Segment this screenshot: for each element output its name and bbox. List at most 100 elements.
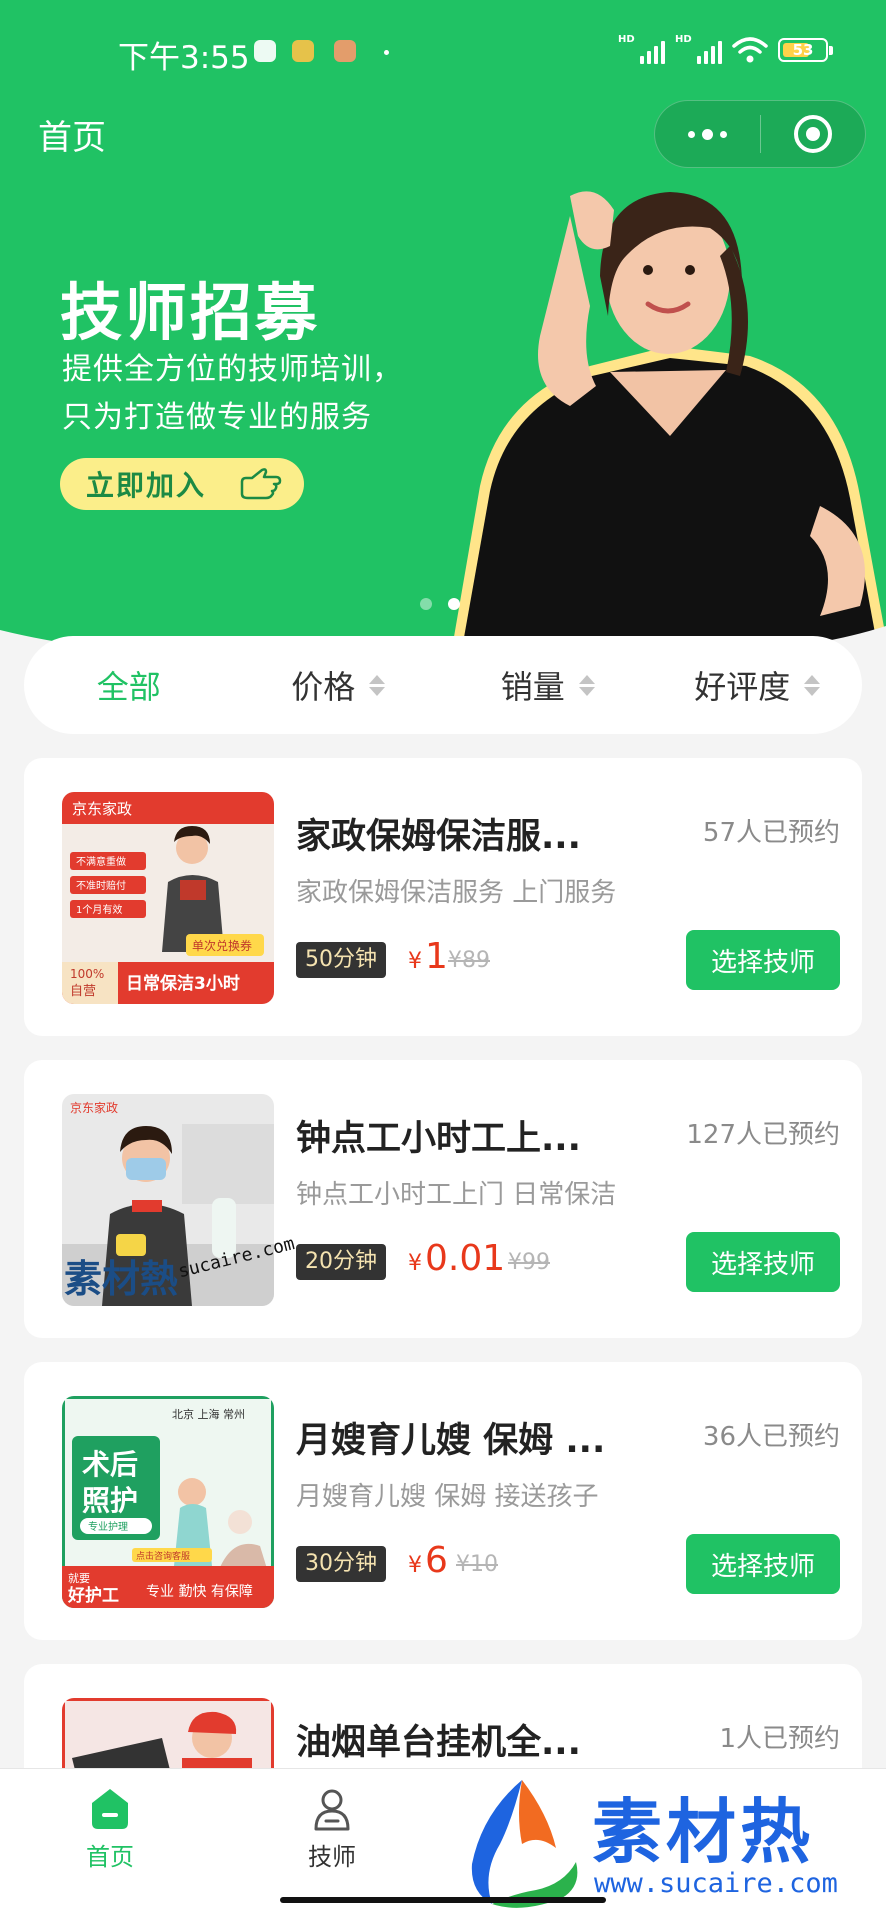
join-now-button[interactable]: 立即加入 [60,458,304,510]
tab-home-label: 首页 [86,1843,134,1871]
thumb-footer: 日常保洁3小时 [126,973,240,994]
banner-pagination [420,598,460,610]
banner-model-image [450,191,886,660]
qq-notification-icon [254,40,276,62]
duration-badge: 20分钟 [296,1244,386,1280]
watermark-logo-text: 素材热 [592,1791,814,1873]
service-card[interactable]: 北京 上海 常州 术后 照护 专业护理 点击咨询客服 就要 好护工 专业 勤快 … [24,1362,862,1640]
booked-count: 127人已预约 [686,1120,840,1150]
technician-icon [314,1789,350,1831]
page: 下午3:55 HD HD 53 首页 技师招募 提供全方位的技师培训， 只为打造… [0,0,886,1920]
original-price: ¥99 [508,1250,550,1275]
thumb-badge: 自营 [70,984,96,999]
thumb-headline: 照护 [82,1484,138,1517]
sort-arrows-icon [578,674,595,696]
service-title: 月嫂育儿嫂 保姆 ... [296,1421,606,1461]
sort-all-label: 全部 [96,668,161,706]
banner-subtitle-line1: 提供全方位的技师培训， [62,352,403,387]
target-circle-icon[interactable] [760,101,865,167]
signal-icon: HD [618,34,665,64]
header-banner: 下午3:55 HD HD 53 首页 技师招募 提供全方位的技师培训， 只为打造… [0,0,886,680]
join-now-label: 立即加入 [86,469,207,502]
status-right: HD HD 53 [618,34,833,64]
tab-technician-label: 技师 [308,1843,356,1871]
sort-rating-label: 好评度 [694,668,791,706]
sort-price-label: 价格 [291,668,356,706]
sort-arrows-icon [369,674,386,696]
page-title: 首页 [38,118,106,158]
service-title: 油烟单台挂机全... [296,1723,581,1763]
thumb-badge: 100% [70,967,104,981]
weibo-notification-icon [334,40,356,62]
more-dots-icon[interactable] [655,101,760,167]
watermark-inline-logo: 素材熱 [64,1257,179,1301]
wifi-icon [732,37,768,63]
watermark-url: www.sucaire.com [594,1868,838,1899]
thumb-footer: 好护工 [67,1585,119,1606]
service-description: 月嫂育儿嫂 保姆 接送孩子 [296,1482,599,1512]
booked-count: 57人已预约 [702,818,840,848]
thumb-headline: 术后 [82,1448,138,1481]
price-currency: ¥ [408,1553,422,1578]
price-value: 6 [425,1540,448,1581]
thumb-sub: 专业护理 [88,1520,128,1533]
booked-count: 1人已预约 [719,1724,840,1754]
sort-sales-label: 销量 [500,668,565,706]
postoperative-care-image: 北京 上海 常州 术后 照护 专业护理 点击咨询客服 就要 好护工 专业 勤快 … [62,1396,274,1608]
battery-level: 53 [792,41,814,59]
home-icon [92,1789,128,1829]
thumb-footer: 就要 [68,1571,90,1585]
select-technician-button[interactable]: 选择技师 [686,1232,840,1292]
thumb-tag: 不满意重做 [76,855,126,868]
signal-icon-2: HD [675,34,722,64]
price-currency: ¥ [408,1251,422,1276]
app-notification-icon [292,40,314,62]
sort-rating[interactable]: 好评度 [653,636,863,734]
sort-all[interactable]: 全部 [24,636,234,734]
banner-dot-2[interactable] [448,598,460,610]
thumb-tag: 不准时赔付 [76,879,126,892]
service-card[interactable]: 京东家政 不满意重做 不准时赔付 1个月有效 单次兑换券 100% 自营 日常保… [24,758,862,1036]
banner-title: 技师招募 [60,276,321,349]
select-technician-button[interactable]: 选择技师 [686,1534,840,1594]
banner-subtitle-line2: 只为打造做专业的服务 [62,400,372,435]
select-technician-button[interactable]: 选择技师 [686,930,840,990]
signal-hd-label-2: HD [675,34,692,45]
service-thumbnail: 京东家政 不满意重做 不准时赔付 1个月有效 单次兑换券 100% 自营 日常保… [62,792,274,1004]
service-price: ¥ 1 [408,936,448,977]
watermark-logo: 素材热 www.sucaire.com [452,1774,872,1914]
pointing-hand-icon [240,468,282,500]
original-price: ¥10 [456,1552,498,1577]
tab-home[interactable]: 首页 [40,1787,180,1872]
sort-price[interactable]: 价格 [234,636,444,734]
service-description: 家政保姆保洁服务 上门服务 [296,878,617,908]
price-value: 1 [425,936,448,977]
service-description: 钟点工小时工上门 日常保洁 [296,1180,617,1210]
banner-dot-1[interactable] [420,598,432,610]
service-title: 钟点工小时工上... [296,1119,581,1159]
original-price: ¥89 [448,948,490,973]
duration-badge: 50分钟 [296,942,386,978]
service-title: 家政保姆保洁服... [296,817,581,857]
battery-icon: 53 [778,38,833,62]
thumb-coupon: 单次兑换券 [192,938,252,953]
service-thumbnail: 北京 上海 常州 术后 照护 专业护理 点击咨询客服 就要 好护工 专业 勤快 … [62,1396,274,1608]
price-value: 0.01 [425,1238,506,1279]
sort-arrows-icon [804,674,821,696]
status-time: 下午3:55 [118,40,250,76]
tab-technician[interactable]: 技师 [262,1787,402,1872]
thumb-consult: 点击咨询客服 [136,1550,190,1562]
thumb-footer: 专业 勤快 有保障 [146,1584,253,1600]
service-price: ¥ 0.01 [408,1238,505,1279]
sort-bar: 全部 价格 销量 好评度 [24,636,862,734]
more-notifications-dot [384,50,389,55]
duration-badge: 30分钟 [296,1546,386,1582]
price-currency: ¥ [408,949,422,974]
signal-hd-label: HD [618,34,635,45]
cleaning-service-image: 京东家政 不满意重做 不准时赔付 1个月有效 单次兑换券 100% 自营 日常保… [62,792,274,1004]
sort-sales[interactable]: 销量 [443,636,653,734]
booked-count: 36人已预约 [702,1422,840,1452]
thumb-brand: 京东家政 [72,800,132,818]
thumb-cities: 北京 上海 常州 [172,1407,245,1421]
home-indicator[interactable] [280,1897,606,1903]
